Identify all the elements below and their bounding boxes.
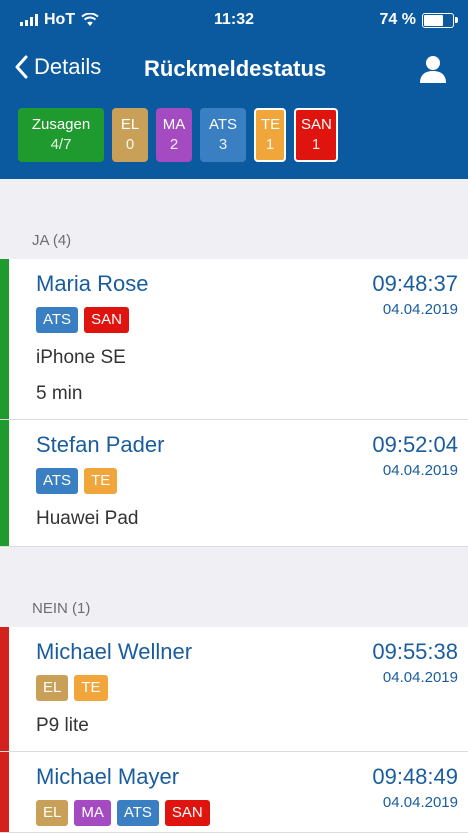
device-name: P9 lite — [36, 715, 89, 736]
battery-percent: 74 % — [379, 11, 416, 28]
person-name: Michael Wellner — [36, 639, 193, 664]
device-name: iPhone SE — [36, 347, 126, 368]
section-title: JA (4) — [32, 232, 72, 249]
summary-badge-label: Zusagen — [31, 116, 91, 133]
app-header: HoT 11:32 74 % Details Rückmeldestatus Z… — [0, 0, 468, 179]
summary-badge-label: ATS — [208, 116, 238, 133]
summary-badge-count: 4/7 — [50, 136, 72, 153]
summary-badge-te[interactable]: TE 1 — [254, 108, 286, 162]
status-stripe — [0, 259, 9, 419]
summary-badge-count: 3 — [218, 136, 228, 153]
response-date: 04.04.2019 — [382, 462, 458, 479]
tag-el: EL — [36, 675, 69, 701]
summary-badge-count: 2 — [169, 136, 179, 153]
tag-ats: ATS — [36, 307, 79, 333]
status-stripe — [0, 627, 9, 751]
response-date: 04.04.2019 — [382, 301, 458, 318]
tag-ats: ATS — [116, 800, 159, 826]
list-item[interactable]: Stefan Pader 09:52:04 04.04.2019 ATS TE Huawe… — [0, 420, 468, 547]
summary-badge-label: EL — [120, 116, 140, 133]
response-time: 09:55:38 — [372, 639, 458, 664]
person-name: Michael Mayer — [36, 764, 180, 789]
tag-el: EL — [36, 800, 69, 826]
section-header: JA (4) — [0, 179, 468, 259]
list-item[interactable]: Michael Wellner 09:55:38 04.04.2019 EL TE P9 … — [0, 627, 468, 752]
tag-san: SAN — [164, 800, 210, 826]
summary-badge-san[interactable]: SAN 1 — [294, 108, 338, 162]
response-time: 09:48:49 — [372, 764, 458, 789]
person-name: Stefan Pader — [36, 432, 165, 457]
response-duration: 5 min — [36, 383, 83, 404]
back-label: Details — [34, 54, 102, 79]
summary-badge-count: 0 — [125, 136, 135, 153]
tag-te: TE — [74, 675, 108, 701]
qualification-tags: EL TE — [36, 675, 108, 701]
qualification-tags: EL MA ATS SAN — [36, 800, 210, 826]
list-item[interactable]: Michael Mayer 09:48:49 04.04.2019 EL MA ATS SA… — [0, 752, 468, 833]
response-date: 04.04.2019 — [382, 669, 458, 686]
tag-te: TE — [84, 468, 118, 494]
person-name: Maria Rose — [36, 271, 149, 296]
summary-badge-label: MA — [162, 116, 186, 133]
nav-bar: Details Rückmeldestatus — [0, 44, 468, 96]
list-item[interactable]: Maria Rose 09:48:37 04.04.2019 ATS SAN iPhone… — [0, 259, 468, 420]
summary-badge-ats[interactable]: ATS 3 — [200, 108, 246, 162]
battery-icon — [422, 12, 458, 28]
response-date: 04.04.2019 — [382, 794, 458, 811]
section-header: NEIN (1) — [0, 547, 468, 627]
summary-badge-zusagen[interactable]: Zusagen 4/7 — [18, 108, 104, 162]
status-stripe — [0, 752, 9, 832]
summary-badge-count: 1 — [311, 136, 321, 153]
response-time: 09:52:04 — [372, 432, 458, 457]
summary-badge-label: TE — [261, 116, 281, 133]
status-bar: HoT 11:32 74 % — [0, 0, 468, 40]
summary-badge-label: SAN — [301, 116, 332, 133]
status-stripe — [0, 420, 9, 546]
qualification-tags: ATS SAN — [36, 307, 129, 333]
device-name: Huawei Pad — [36, 508, 139, 529]
tag-san: SAN — [84, 307, 129, 333]
response-list: JA (4) Maria Rose 09:48:37 04.04.2019 ATS SAN… — [0, 179, 468, 833]
back-button[interactable]: Details — [14, 54, 101, 80]
chevron-left-icon — [15, 55, 28, 79]
summary-badge-count: 1 — [265, 136, 275, 153]
qualification-tags: ATS TE — [36, 468, 118, 494]
summary-badge-el[interactable]: EL 0 — [112, 108, 148, 162]
status-summary: Zusagen 4/7 EL 0 MA 2 ATS 3 TE 1 SAN 1 — [18, 108, 338, 166]
user-icon[interactable] — [418, 54, 448, 84]
response-time: 09:48:37 — [372, 271, 458, 296]
summary-badge-ma[interactable]: MA 2 — [156, 108, 192, 162]
section-title: NEIN (1) — [32, 600, 91, 617]
tag-ats: ATS — [36, 468, 79, 494]
page-title: Rückmeldestatus — [144, 56, 327, 81]
tag-ma: MA — [74, 800, 111, 826]
